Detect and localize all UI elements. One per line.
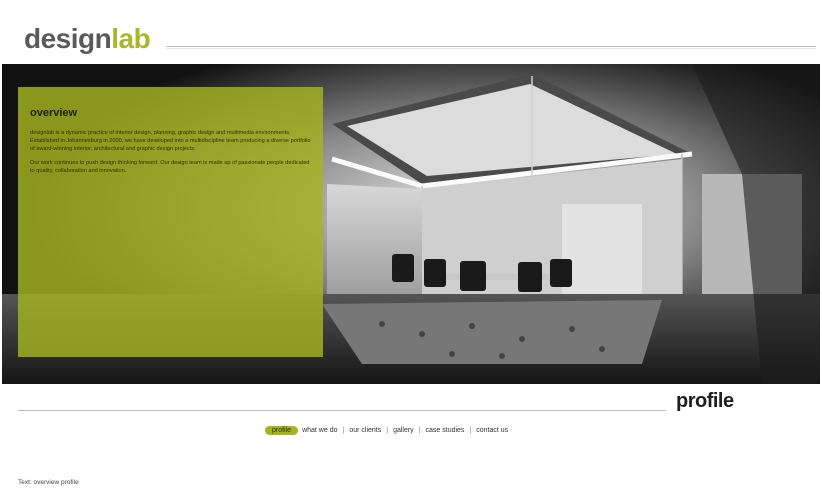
- main-nav: profile what we do | our clients | galle…: [265, 424, 512, 436]
- footer-text: Text: overview profile: [18, 479, 79, 486]
- nav-item-contact-us[interactable]: contact us: [472, 427, 512, 434]
- logo-text-lab: lab: [111, 23, 151, 54]
- nav-item-gallery[interactable]: gallery: [389, 427, 418, 434]
- overview-panel: overview designlab is a dynamic practice…: [18, 87, 323, 357]
- section-divider: [18, 410, 666, 411]
- overview-paragraph-2: Our work continues to push design thinki…: [30, 160, 310, 174]
- nav-item-what-we-do[interactable]: what we do: [298, 427, 341, 434]
- page-title: profile: [676, 390, 734, 412]
- nav-item-our-clients[interactable]: our clients: [345, 427, 385, 434]
- header-divider: [166, 46, 816, 49]
- logo[interactable]: designlab: [24, 23, 151, 54]
- nav-item-case-studies[interactable]: case studies: [422, 427, 469, 434]
- overview-paragraph-1: designlab is a dynamic practice of inter…: [30, 130, 311, 152]
- nav-item-profile[interactable]: profile: [265, 425, 299, 435]
- overview-title: overview: [30, 107, 78, 119]
- logo-text-design: design: [24, 23, 112, 54]
